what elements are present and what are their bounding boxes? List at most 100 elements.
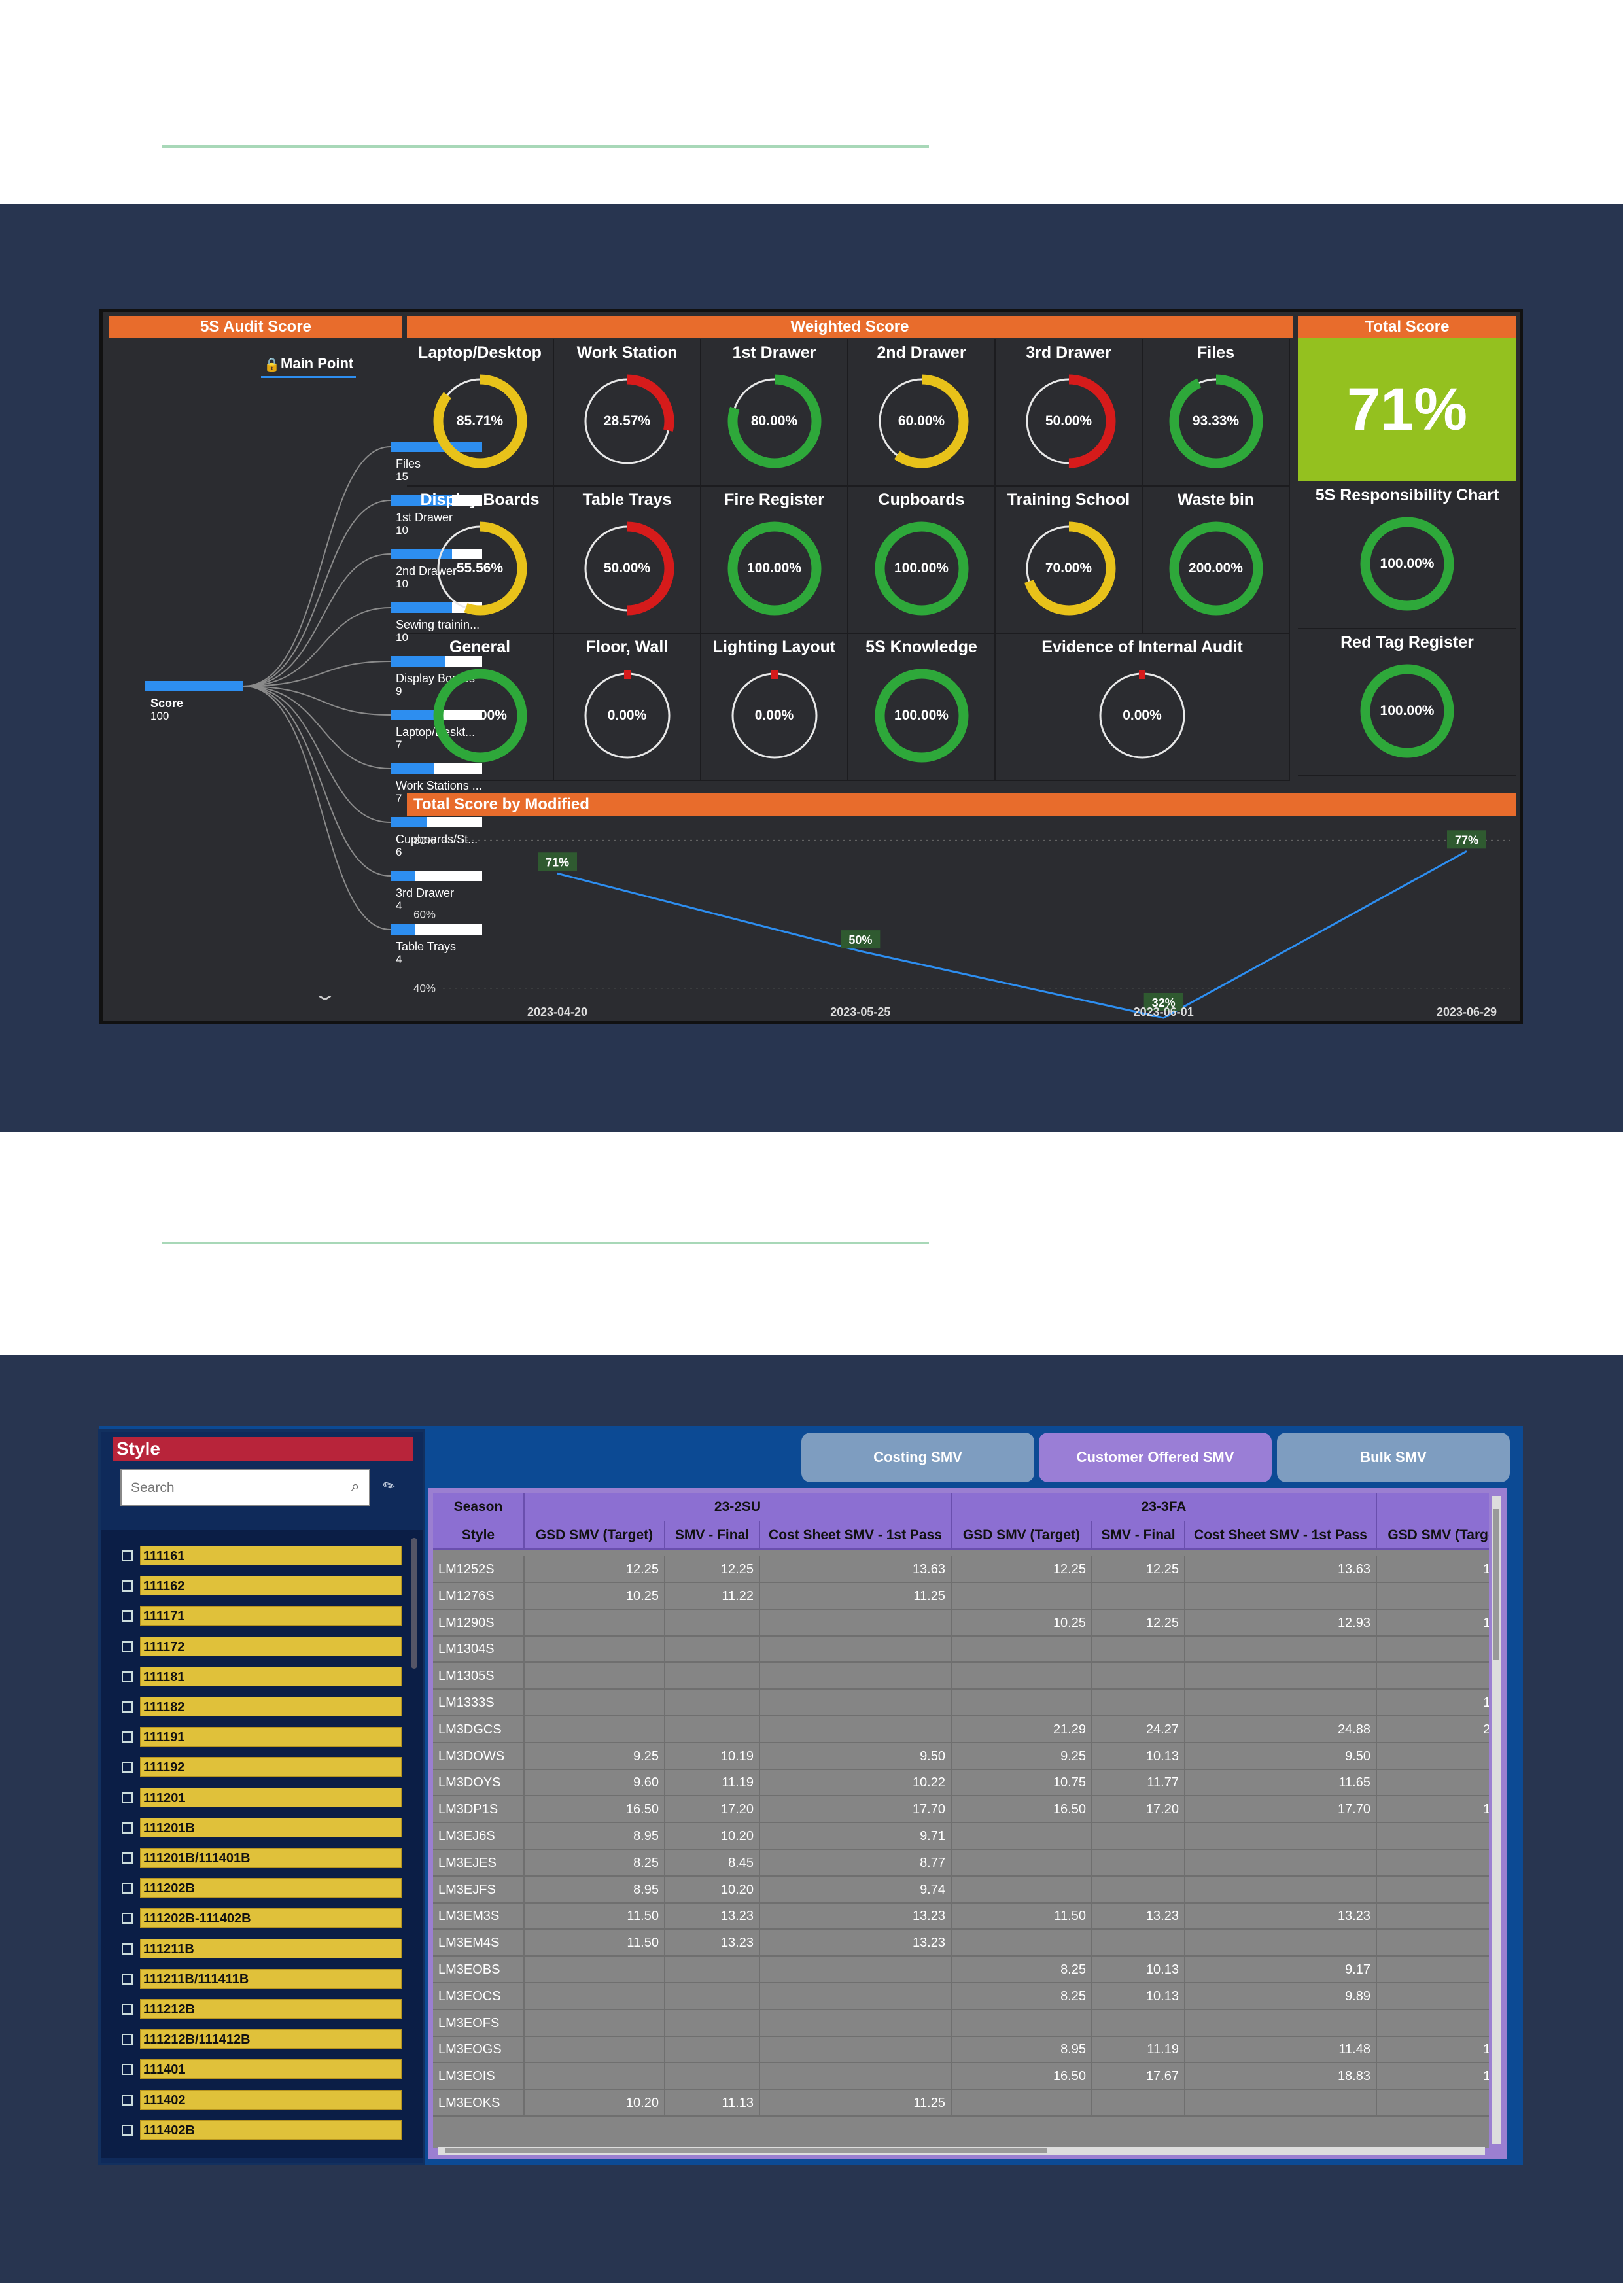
season-header[interactable]: 23-2SU <box>525 1493 952 1521</box>
matrix-vscrollbar[interactable] <box>1492 1496 1501 2144</box>
column-header[interactable]: GSD SMV (Target) <box>952 1521 1092 1548</box>
style-list-item[interactable]: 111402 <box>114 2089 402 2110</box>
style-list-item[interactable]: 111211B <box>114 1938 402 1958</box>
column-header[interactable]: SMV - Final <box>1092 1521 1185 1548</box>
column-header[interactable]: Cost Sheet SMV - 1st Pass <box>760 1521 952 1548</box>
table-row[interactable]: LM3DGCS 21.2924.2724.8821. <box>433 1716 1489 1743</box>
style-list-item[interactable]: 111202B-111402B <box>114 1908 402 1928</box>
style-list-item[interactable]: 111192 <box>114 1757 402 1777</box>
gauge-fire-register[interactable]: Fire Register 100.00% <box>701 487 848 634</box>
style-list-item[interactable]: 111181 <box>114 1666 402 1686</box>
checkbox[interactable] <box>122 1762 133 1773</box>
column-header[interactable]: GSD SMV (Targe <box>1377 1521 1489 1548</box>
gauge-display-boards[interactable]: Display Boards 55.56% <box>407 487 554 634</box>
checkbox[interactable] <box>122 1943 133 1955</box>
style-list-item[interactable]: 111201B <box>114 1817 402 1837</box>
gauge-lighting-layout[interactable]: Lighting Layout 0.00% <box>701 634 848 781</box>
gauge-laptop-desktop[interactable]: Laptop/Desktop 85.71% <box>407 339 554 487</box>
table-row[interactable]: LM3EJFS 8.95 10.20 9.74 <box>433 1876 1489 1904</box>
style-column-header[interactable]: Style <box>433 1521 525 1548</box>
style-list-scrollbar[interactable] <box>411 1538 417 1669</box>
column-header[interactable]: GSD SMV (Target) <box>525 1521 665 1548</box>
table-row[interactable]: LM3EOGS 8.9511.1911.4810. <box>433 2036 1489 2064</box>
checkbox[interactable] <box>122 2004 133 2015</box>
gauge-files[interactable]: Files 93.33% <box>1143 339 1290 487</box>
gauge-evidence-of-internal-audit[interactable]: Evidence of Internal Audit 0.00% <box>996 634 1290 781</box>
checkbox[interactable] <box>122 2124 133 2136</box>
table-row[interactable]: LM3DOYS 9.60 11.19 10.22 10.75 11.77 11.65 <box>433 1769 1489 1797</box>
table-row[interactable]: LM3EOBS 8.2510.139.178. <box>433 1957 1489 1983</box>
style-list-item[interactable]: 111402B <box>114 2119 402 2140</box>
table-row[interactable]: LM1276S 10.25 11.22 11.25 <box>433 1582 1489 1610</box>
hscroll-thumb[interactable] <box>445 2148 1047 2153</box>
table-row[interactable]: LM3DP1S16.5017.2017.7016.5017.2017.7016. <box>433 1796 1489 1824</box>
table-row[interactable]: LM3EM4S 11.50 13.23 13.23 <box>433 1930 1489 1957</box>
checkbox[interactable] <box>122 2034 133 2045</box>
matrix-hscrollbar[interactable] <box>438 2147 1485 2155</box>
tree-root-node[interactable]: Score 100 <box>145 681 243 722</box>
table-row[interactable]: LM1305S <box>433 1663 1489 1690</box>
style-list-item[interactable]: 111182 <box>114 1697 402 1716</box>
style-search-box[interactable]: ⌕ <box>120 1469 370 1506</box>
style-list-item[interactable]: 111161 <box>114 1546 402 1565</box>
checkbox[interactable] <box>122 2094 133 2106</box>
table-row[interactable]: LM3EOCS 8.2510.139.898. <box>433 1983 1489 2010</box>
season-header[interactable]: 23-3FA <box>952 1493 1377 1521</box>
tab-customer-offered-smv-button[interactable]: Customer Offered SMV <box>1039 1433 1272 1482</box>
style-list-item[interactable]: 111212B/111412B <box>114 2029 402 2049</box>
table-row[interactable]: LM3EJES 8.25 8.45 8.77 <box>433 1849 1489 1877</box>
chevron-down-icon[interactable]: ⌄ <box>313 983 338 1005</box>
checkbox[interactable] <box>122 1973 133 1985</box>
table-row[interactable]: LM3EOIS 16.5017.6718.8316. <box>433 2063 1489 2091</box>
column-header[interactable]: SMV - Final <box>665 1521 760 1548</box>
tab-bulk-smv-button[interactable]: Bulk SMV <box>1277 1433 1510 1482</box>
vscroll-thumb[interactable] <box>1493 1509 1499 1660</box>
checkbox[interactable] <box>122 1822 133 1834</box>
style-list-item[interactable]: 111211B/111411B <box>114 1968 402 1989</box>
table-row[interactable]: LM1304S <box>433 1636 1489 1663</box>
table-row[interactable]: LM1252S12.2512.2513.6312.2512.2513.6312. <box>433 1556 1489 1583</box>
table-row[interactable]: LM3EM3S 11.50 13.23 13.23 11.50 13.23 13.23 <box>433 1903 1489 1930</box>
gauge-2nd-drawer[interactable]: 2nd Drawer 60.00% <box>848 339 996 487</box>
checkbox[interactable] <box>122 1883 133 1894</box>
table-row[interactable]: LM3EJ6S 8.95 10.20 9.71 <box>433 1823 1489 1850</box>
gauge-floor-wall[interactable]: Floor, Wall 0.00% <box>554 634 701 781</box>
checkbox[interactable] <box>122 1792 133 1803</box>
tab-costing-smv-button[interactable]: Costing SMV <box>801 1433 1034 1482</box>
table-row[interactable]: LM1333S 10. <box>433 1690 1489 1716</box>
gauge-5s-knowledge[interactable]: 5S Knowledge 100.00% <box>848 634 996 781</box>
style-search-input[interactable] <box>131 1479 327 1497</box>
style-list-item[interactable]: 111401 <box>114 2059 402 2079</box>
gauge-training-school[interactable]: Training School 70.00% <box>996 487 1143 634</box>
checkbox[interactable] <box>122 1550 133 1561</box>
style-list-item[interactable]: 111171 <box>114 1606 402 1626</box>
checkbox[interactable] <box>122 1701 133 1713</box>
table-row[interactable]: LM3EOKS 10.20 11.13 11.25 <box>433 2090 1489 2117</box>
style-list-item[interactable]: 111202B <box>114 1878 402 1898</box>
checkbox[interactable] <box>122 1731 133 1743</box>
gauge-general[interactable]: General 100.00% <box>407 634 554 781</box>
gauge-work-station[interactable]: Work Station 28.57% <box>554 339 701 487</box>
checkbox[interactable] <box>122 1852 133 1864</box>
table-row[interactable]: LM1290S 10.2512.2512.9310. <box>433 1609 1489 1637</box>
checkbox[interactable] <box>122 2064 133 2076</box>
gauge-1st-drawer[interactable]: 1st Drawer 80.00% <box>701 339 848 487</box>
table-row[interactable]: LM3DOWS9.2510.199.509.2510.139.509. <box>433 1743 1489 1770</box>
style-list-item[interactable]: 111201B/111401B <box>114 1848 402 1868</box>
gauge-red-tag-register[interactable]: Red Tag Register 100.00% <box>1298 629 1516 776</box>
checkbox[interactable] <box>122 1913 133 1924</box>
checkbox[interactable] <box>122 1610 133 1622</box>
table-row[interactable]: LM3EOFS 8. <box>433 2009 1489 2037</box>
style-list-item[interactable]: 111172 <box>114 1636 402 1656</box>
style-list-item[interactable]: 111191 <box>114 1727 402 1747</box>
gauge-5s-responsibility-chart[interactable]: 5S Responsibility Chart 100.00% <box>1298 482 1516 629</box>
search-icon[interactable]: ⌕ <box>351 1478 360 1496</box>
eraser-icon[interactable]: ✎ <box>380 1476 399 1497</box>
gauge-3rd-drawer[interactable]: 3rd Drawer 50.00% <box>996 339 1143 487</box>
checkbox[interactable] <box>122 1671 133 1682</box>
checkbox[interactable] <box>122 1641 133 1652</box>
column-header[interactable]: Cost Sheet SMV - 1st Pass <box>1185 1521 1377 1548</box>
style-list-item[interactable]: 111162 <box>114 1576 402 1596</box>
gauge-cupboards[interactable]: Cupboards 100.00% <box>848 487 996 634</box>
checkbox[interactable] <box>122 1580 133 1592</box>
